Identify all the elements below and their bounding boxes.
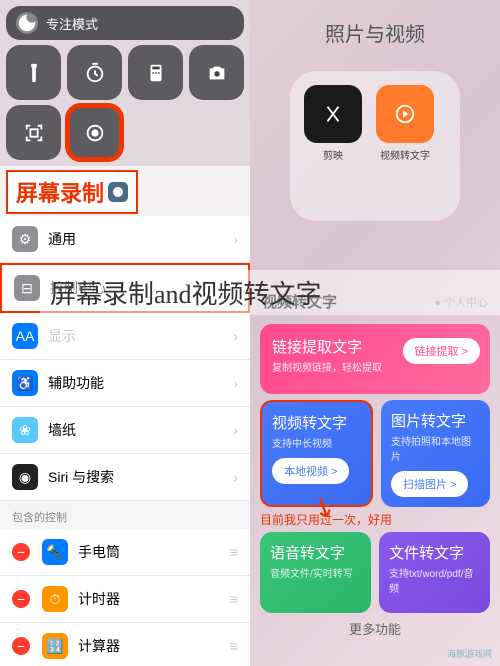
siri-icon: ◉	[12, 464, 38, 490]
timer-tile[interactable]	[67, 45, 122, 100]
drag-handle-icon[interactable]: ≡	[230, 591, 238, 607]
record-dot-icon	[108, 182, 128, 202]
remove-icon[interactable]: −	[12, 590, 30, 608]
ctrl-calculator[interactable]: −🔢计算器≡	[0, 623, 250, 666]
card-link-extract[interactable]: 链接提取文字 复制视频链接，轻松提取 链接提取 >	[260, 324, 490, 394]
card-audio2text[interactable]: 语音转文字 音频文件/实时转写	[260, 532, 371, 613]
qr-scan-tile[interactable]	[6, 105, 61, 160]
timer-icon: ⏱	[42, 586, 68, 612]
drag-handle-icon[interactable]: ≡	[230, 544, 238, 560]
screen-record-label: 屏幕录制	[6, 170, 138, 214]
settings-display[interactable]: AA显示›	[0, 313, 250, 360]
folder-title: 照片与视频	[250, 0, 500, 61]
gear-icon: ⚙	[12, 226, 38, 252]
toggle-icon: ⊟	[14, 275, 40, 301]
more-features[interactable]: 更多功能	[250, 613, 500, 644]
ctrl-timer[interactable]: −⏱计时器≡	[0, 576, 250, 623]
overlay-title: 屏幕录制and视频转文字	[40, 270, 500, 315]
app-folder[interactable]: 剪映 视频转文字	[290, 71, 460, 221]
accessibility-icon: ♿	[12, 370, 38, 396]
settings-general[interactable]: ⚙通用›	[0, 216, 250, 263]
scan-image-button[interactable]: 扫描图片 >	[391, 471, 468, 497]
chevron-right-icon: ›	[233, 231, 238, 247]
focus-label: 专注模式	[46, 14, 98, 33]
flashlight-icon: 🔦	[42, 539, 68, 565]
card-image2text[interactable]: 图片转文字 支持拍照和本地图片 扫描图片 >	[381, 400, 490, 507]
focus-mode-toggle[interactable]: 专注模式	[6, 6, 244, 40]
card-video2text[interactable]: 视频转文字 支持中长视频 本地视频 > ↘	[260, 400, 373, 507]
app-video2text[interactable]	[376, 85, 434, 143]
user-note: 目前我只用过一次，好用	[260, 511, 490, 528]
remove-icon[interactable]: −	[12, 637, 30, 655]
settings-accessibility[interactable]: ♿辅助功能›	[0, 360, 250, 407]
settings-wallpaper[interactable]: ❀墙纸›	[0, 407, 250, 454]
moon-icon	[16, 12, 38, 34]
ctrl-flashlight[interactable]: −🔦手电筒≡	[0, 529, 250, 576]
settings-siri[interactable]: ◉Siri 与搜索›	[0, 454, 250, 501]
wallpaper-icon: ❀	[12, 417, 38, 443]
aa-icon: AA	[12, 323, 38, 349]
screen-record-tile[interactable]	[67, 105, 122, 160]
calculator-tile[interactable]	[128, 45, 183, 100]
local-video-button[interactable]: 本地视频 >	[272, 458, 349, 484]
control-center-panel: 专注模式	[0, 0, 250, 166]
flashlight-tile[interactable]	[6, 45, 61, 100]
link-extract-button[interactable]: 链接提取 >	[403, 338, 480, 364]
app-jianying[interactable]	[304, 85, 362, 143]
section-header: 包含的控制	[0, 501, 250, 529]
calculator-icon: 🔢	[42, 633, 68, 659]
drag-handle-icon[interactable]: ≡	[230, 638, 238, 654]
card-file2text[interactable]: 文件转文字 支持txt/word/pdf/音频	[379, 532, 490, 613]
remove-icon[interactable]: −	[12, 543, 30, 561]
watermark: 海豚游戏网	[447, 647, 492, 660]
camera-tile[interactable]	[189, 45, 244, 100]
